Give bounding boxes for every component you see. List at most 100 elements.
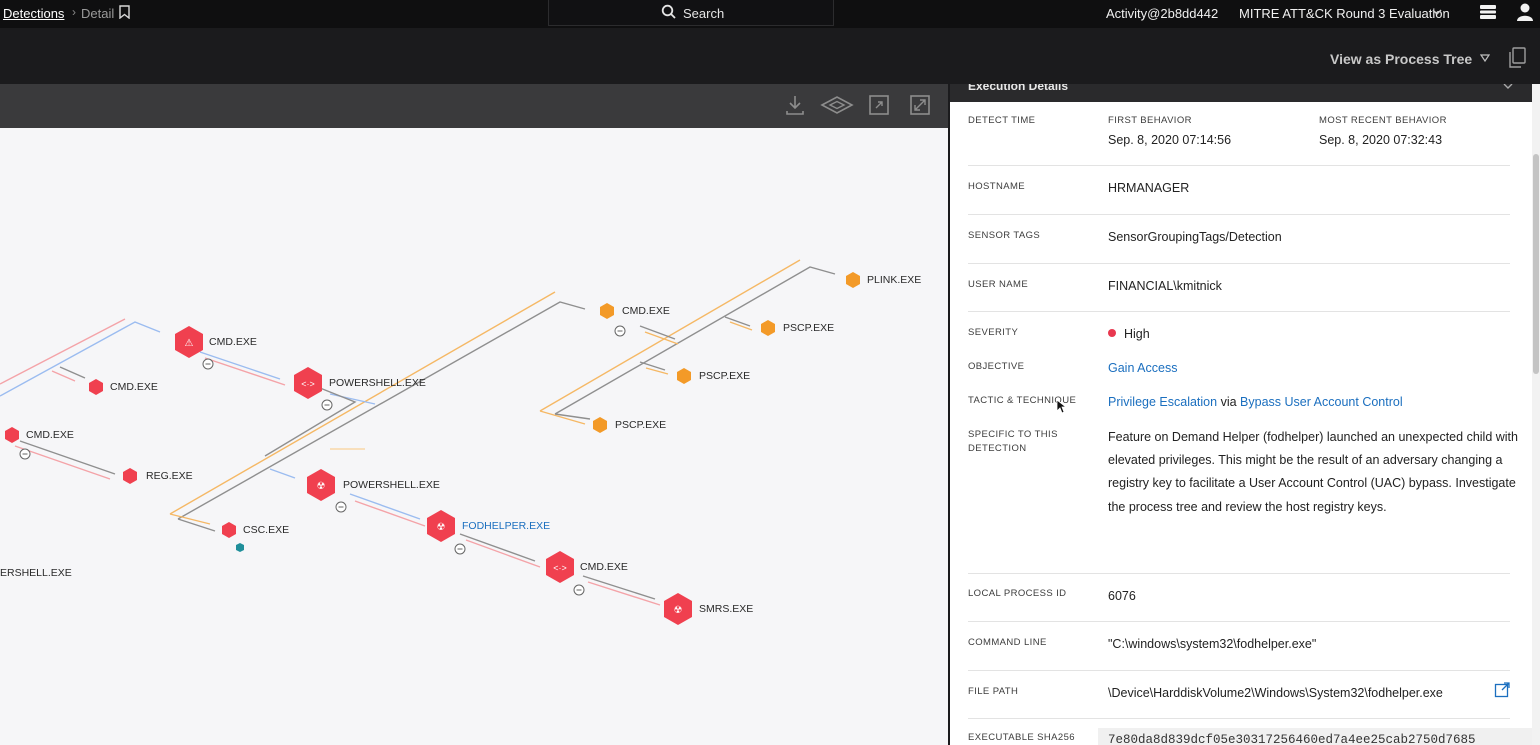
svg-text:☢: ☢ xyxy=(437,522,446,533)
search-icon xyxy=(661,4,676,19)
node-label: SMRS.EXE xyxy=(699,603,753,615)
section-header[interactable]: Execution Details xyxy=(950,84,1532,102)
node-pscp-exe[interactable]: PSCP.EXE xyxy=(761,320,834,336)
node-cmd-exe[interactable]: CMD.EXE xyxy=(600,303,670,337)
bookmark-icon[interactable] xyxy=(119,5,130,19)
hostname-value: HRMANAGER xyxy=(1108,181,1190,195)
caret-down-icon[interactable] xyxy=(1480,54,1490,63)
execution-details-panel: Execution Details DETECT TIME FIRST BEHA… xyxy=(950,84,1532,745)
node-label: ERSHELL.EXE xyxy=(0,567,72,579)
sensor-tags-value: SensorGroupingTags/Detection xyxy=(1108,230,1282,244)
sensor-tags-label: SENSOR TAGS xyxy=(968,230,1041,241)
file-path-value: \Device\HarddiskVolume2\Windows\System32… xyxy=(1108,686,1443,700)
divider xyxy=(968,718,1510,719)
copy-icon[interactable] xyxy=(1508,47,1526,69)
user-icon[interactable] xyxy=(1515,2,1535,22)
pid-label: LOCAL PROCESS ID xyxy=(968,588,1067,599)
activity-id[interactable]: Activity@2b8dd442 xyxy=(1106,6,1218,21)
divider xyxy=(968,621,1510,622)
node-pscp-exe[interactable]: PSCP.EXE xyxy=(677,368,750,384)
technique-link[interactable]: Bypass User Account Control xyxy=(1240,395,1403,409)
divider xyxy=(968,214,1510,215)
breadcrumb-detections-link[interactable]: Detections xyxy=(3,6,64,21)
tactic-link[interactable]: Privilege Escalation xyxy=(1108,395,1217,409)
svg-text:<·>: <·> xyxy=(553,563,567,573)
tree-nodes[interactable]: ⚠ CMD.EXE CMD.EXE <·> POWERSHELL.EXE CMD… xyxy=(0,272,921,625)
specific-label: SPECIFIC TO THIS DETECTION xyxy=(968,428,1058,456)
specific-label-line-2: DETECTION xyxy=(968,443,1027,454)
graph-toolbar xyxy=(0,84,948,128)
view-bar: View as Process Tree xyxy=(0,30,1540,84)
chevron-up-icon[interactable] xyxy=(1503,84,1513,91)
node-powershell-exe[interactable]: ☢ POWERSHELL.EXE xyxy=(307,469,440,513)
node-label: CMD.EXE xyxy=(110,381,158,393)
node-label: PSCP.EXE xyxy=(783,322,834,334)
node-label: POWERSHELL.EXE xyxy=(329,377,426,389)
sha256-value[interactable]: 7e80da8d839dcf05e30317256460ed7a4ee25cab… xyxy=(1098,728,1532,745)
node-label: FODHELPER.EXE xyxy=(462,520,550,532)
search-button[interactable]: Search xyxy=(548,0,834,26)
user-name-label: USER NAME xyxy=(968,279,1029,290)
menu-icon[interactable] xyxy=(1479,3,1497,21)
via-text: via xyxy=(1220,395,1237,409)
command-line-label: COMMAND LINE xyxy=(968,637,1047,648)
specific-label-line-1: SPECIFIC TO THIS xyxy=(968,429,1058,440)
severity-dot-icon xyxy=(1108,329,1116,337)
objective-link[interactable]: Gain Access xyxy=(1108,361,1177,375)
recent-behavior-label: MOST RECENT BEHAVIOR xyxy=(1319,115,1447,126)
user-name-value: FINANCIAL\kmitnick xyxy=(1108,279,1222,293)
top-bar: Detections › Detail Search Activity@2b8d… xyxy=(0,0,1540,28)
node-smrs-exe[interactable]: ☢ SMRS.EXE xyxy=(664,593,753,625)
search-label: Search xyxy=(683,6,725,21)
breadcrumb-detail: Detail xyxy=(81,6,115,21)
fit-to-screen-icon[interactable] xyxy=(868,94,890,116)
recent-behavior-value: Sep. 8, 2020 07:32:43 xyxy=(1319,133,1443,147)
divider xyxy=(968,263,1510,264)
node-reg-exe[interactable]: REG.EXE xyxy=(123,468,193,484)
severity-label: SEVERITY xyxy=(968,327,1019,338)
node-csc-exe[interactable]: CSC.EXE xyxy=(222,522,289,552)
command-line-value: "C:\windows\system32\fodhelper.exe" xyxy=(1108,637,1317,651)
svg-text:<·>: <·> xyxy=(301,379,315,389)
node-label: CMD.EXE xyxy=(622,305,670,317)
severity-value: High xyxy=(1108,327,1150,341)
panel-scrollbar[interactable] xyxy=(1532,84,1540,745)
view-as-selector[interactable]: View as Process Tree xyxy=(1330,51,1472,67)
divider xyxy=(968,165,1510,166)
node-label: CMD.EXE xyxy=(580,561,628,573)
objective-label: OBJECTIVE xyxy=(968,361,1025,372)
detection-description: Feature on Demand Helper (fodhelper) lau… xyxy=(1108,430,1518,514)
process-tree-graph[interactable]: ⚠ CMD.EXE CMD.EXE <·> POWERSHELL.EXE CMD… xyxy=(0,128,948,745)
node-label: REG.EXE xyxy=(146,470,193,482)
node-label: CMD.EXE xyxy=(26,429,74,441)
layers-icon[interactable] xyxy=(820,94,854,116)
mouse-cursor-icon xyxy=(1056,399,1066,414)
customer-selector[interactable]: MITRE ATT&CK Round 3 Evaluation xyxy=(1239,6,1450,21)
file-path-label: FILE PATH xyxy=(968,686,1019,697)
node-label: PSCP.EXE xyxy=(615,419,666,431)
download-icon[interactable] xyxy=(784,94,806,116)
node-cmd-exe[interactable]: CMD.EXE xyxy=(89,379,158,395)
first-behavior-value: Sep. 8, 2020 07:14:56 xyxy=(1108,133,1232,147)
node-powershell-exe-partial[interactable]: ERSHELL.EXE xyxy=(0,567,72,579)
node-powershell-exe[interactable]: <·> POWERSHELL.EXE xyxy=(294,367,426,411)
node-label: PLINK.EXE xyxy=(867,274,921,286)
node-cmd-exe[interactable]: <·> CMD.EXE xyxy=(546,551,628,596)
chevron-down-icon[interactable] xyxy=(1432,7,1442,17)
divider xyxy=(968,670,1510,671)
scrollbar-thumb[interactable] xyxy=(1533,154,1539,374)
pid-value: 6076 xyxy=(1108,589,1136,603)
node-pscp-exe[interactable]: PSCP.EXE xyxy=(593,417,666,433)
node-label: CSC.EXE xyxy=(243,524,289,536)
divider xyxy=(968,573,1510,574)
section-title: Execution Details xyxy=(968,84,1069,93)
svg-text:☢: ☢ xyxy=(317,481,326,492)
svg-text:⚠: ⚠ xyxy=(185,338,194,349)
open-in-new-icon[interactable] xyxy=(1494,681,1511,698)
expand-icon[interactable] xyxy=(909,94,931,116)
node-fodhelper-exe[interactable]: ☢ FODHELPER.EXE xyxy=(427,510,550,555)
node-plink-exe[interactable]: PLINK.EXE xyxy=(846,272,921,288)
process-tree-canvas[interactable]: ⚠ CMD.EXE CMD.EXE <·> POWERSHELL.EXE CMD… xyxy=(0,128,948,745)
severity-text: High xyxy=(1124,327,1150,341)
node-cmd-exe[interactable]: ⚠ CMD.EXE xyxy=(175,326,257,370)
